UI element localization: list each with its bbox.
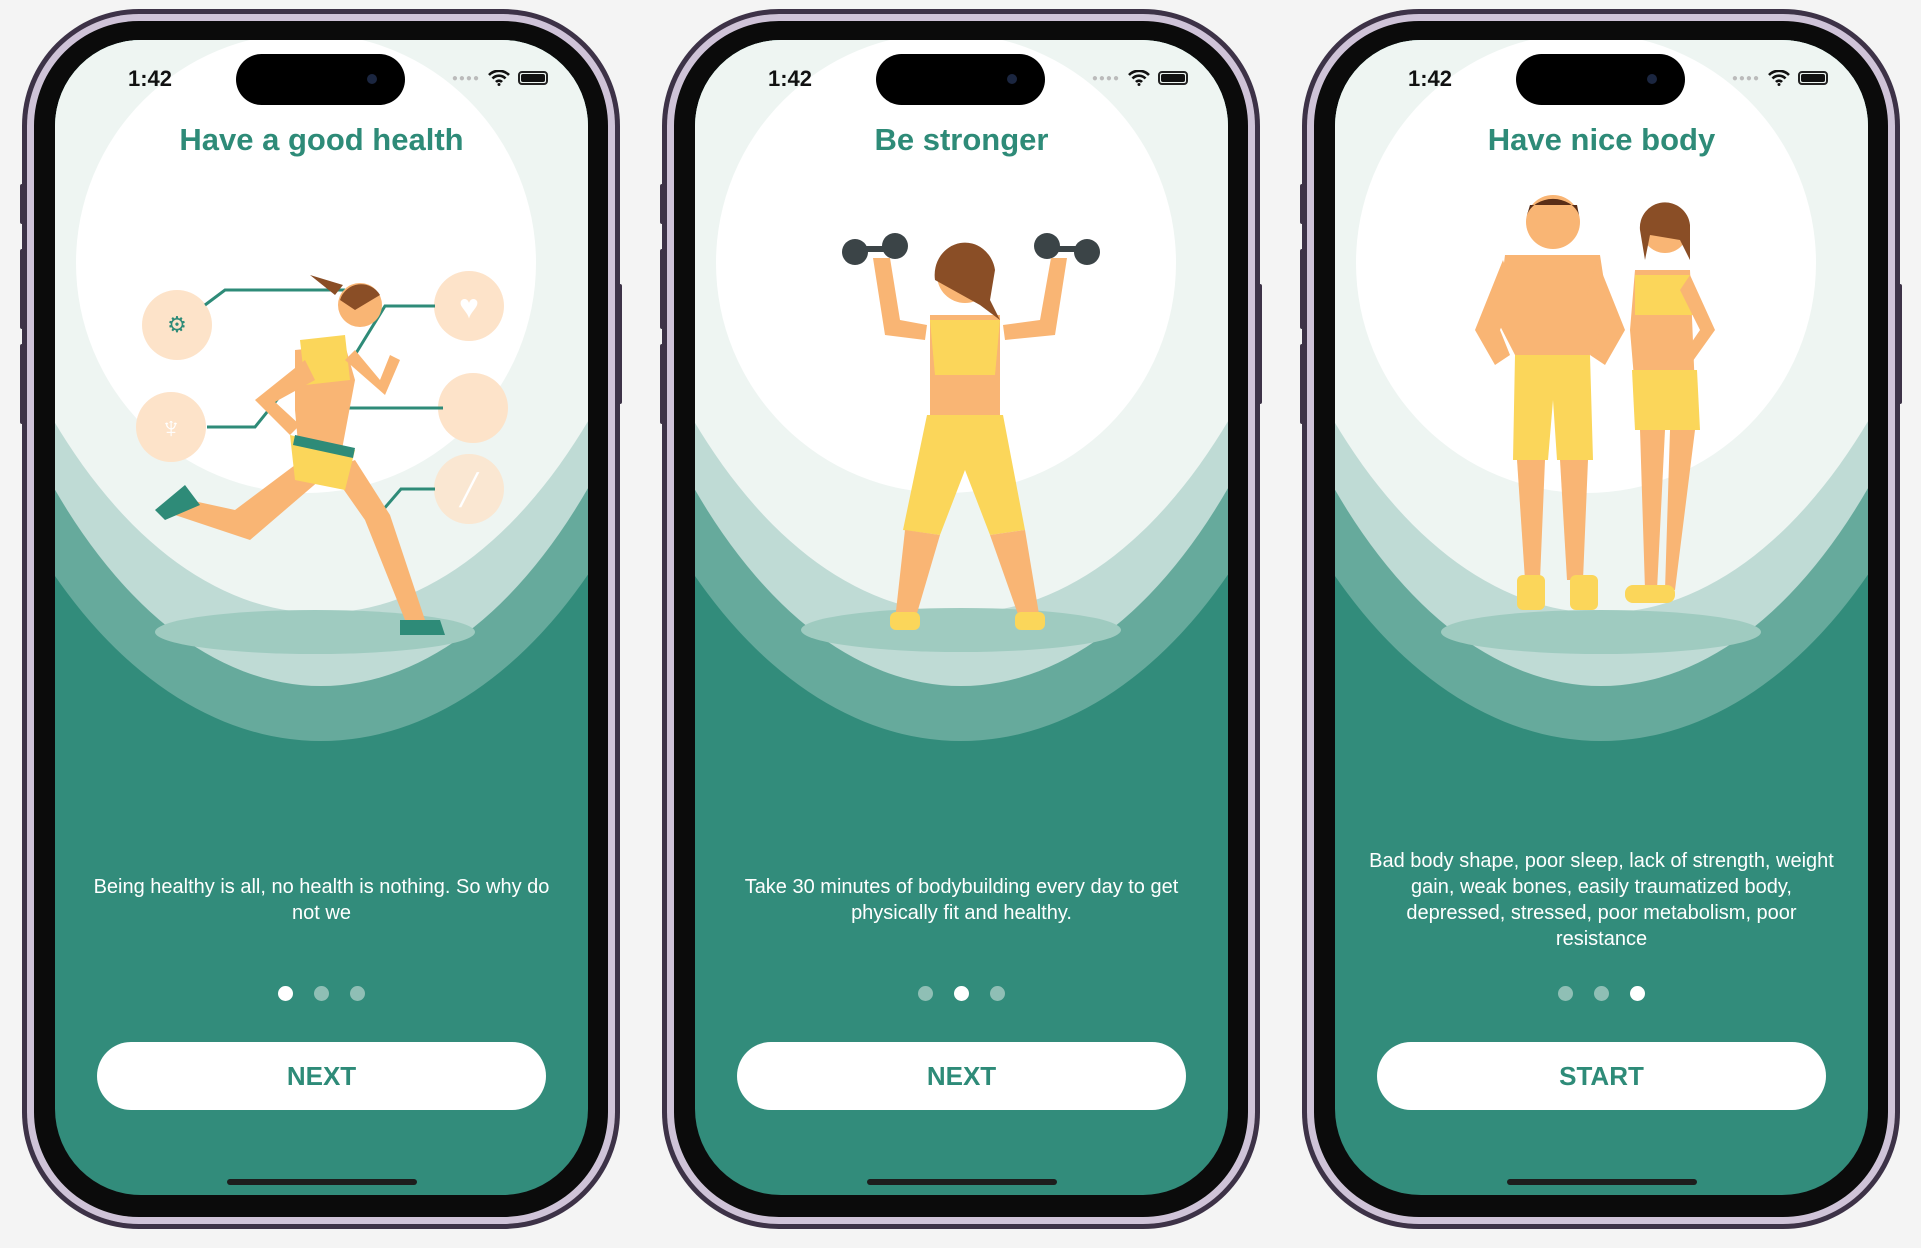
volume-up-button — [660, 249, 665, 329]
woman-lifting-dumbbells-illustration — [801, 233, 1121, 652]
phone-3: 1:42 ●●●● Have nice body Bad body shape,… — [1300, 14, 1902, 1224]
page-dot-3[interactable] — [1630, 986, 1645, 1001]
floor-shadow — [1441, 610, 1761, 654]
lifting-woman-figure — [873, 242, 1067, 630]
volume-down-button — [1300, 344, 1305, 424]
dynamic-island — [236, 54, 405, 105]
onboarding-screen: 1:42 ●●●● Have nice body Bad body shape,… — [1335, 40, 1868, 1195]
power-button — [617, 284, 622, 404]
fit-couple-illustration — [1441, 195, 1761, 654]
home-indicator[interactable] — [867, 1179, 1057, 1185]
page-indicator[interactable] — [55, 986, 588, 1001]
wifi-icon — [1768, 70, 1790, 86]
page-title: Have a good health — [179, 122, 464, 157]
status-time: 1:42 — [768, 66, 813, 91]
dynamic-island — [1516, 54, 1685, 105]
svg-text:╱: ╱ — [458, 472, 480, 508]
camera-icon — [1007, 74, 1017, 84]
man-figure — [1475, 195, 1625, 610]
description-text: Being healthy is all, no health is nothi… — [93, 876, 550, 924]
power-button — [1257, 284, 1262, 404]
action-button — [20, 184, 25, 224]
floor-shadow — [801, 608, 1121, 652]
battery-icon — [1798, 71, 1828, 85]
page-dot-2[interactable] — [314, 986, 329, 1001]
volume-down-button — [660, 344, 665, 424]
camera-icon — [1647, 74, 1657, 84]
next-button[interactable]: NEXT — [97, 1042, 546, 1110]
wifi-icon — [488, 70, 510, 86]
volume-up-button — [20, 249, 25, 329]
status-time: 1:42 — [1408, 66, 1453, 91]
cellular-signal-icon: ●●●● — [1731, 72, 1760, 84]
status-icons: ●●●● — [452, 70, 548, 86]
cellular-signal-icon: ●●●● — [1091, 72, 1120, 84]
status-icons: ●●●● — [1732, 70, 1828, 86]
cellular-signal-icon: ●●●● — [451, 72, 480, 84]
page-dot-1[interactable] — [918, 986, 933, 1001]
page-indicator[interactable] — [695, 986, 1228, 1001]
battery-icon — [518, 71, 548, 85]
home-indicator[interactable] — [227, 1179, 417, 1185]
status-time: 1:42 — [128, 66, 173, 91]
power-button — [1897, 284, 1902, 404]
illustration — [695, 180, 1228, 660]
status-icons: ●●●● — [1092, 70, 1188, 86]
description-text: Take 30 minutes of bodybuilding every da… — [744, 876, 1179, 924]
wifi-icon — [1128, 70, 1150, 86]
page-dot-3[interactable] — [990, 986, 1005, 1001]
start-button[interactable]: START — [1377, 1042, 1826, 1110]
next-button[interactable]: NEXT — [737, 1042, 1186, 1110]
illustration — [1335, 180, 1868, 660]
volume-up-button — [1300, 249, 1305, 329]
phone-2: 1:42 ●●●● Be stronger Take 30 minutes of… — [660, 14, 1262, 1224]
page-title: Have nice body — [1487, 122, 1716, 157]
svg-text:♆: ♆ — [160, 412, 183, 445]
phone-1: 1:42 ●●●● Have a good health ⚙ ♆ ♥ ╱ Bei… — [20, 14, 622, 1224]
page-dot-3[interactable] — [350, 986, 365, 1001]
page-indicator[interactable] — [1335, 986, 1868, 1001]
stomach-icon — [438, 373, 508, 443]
page-dot-2[interactable] — [1594, 986, 1609, 1001]
home-indicator[interactable] — [1507, 1179, 1697, 1185]
battery-icon — [1158, 71, 1188, 85]
description-text: Bad body shape, poor sleep, lack of stre… — [1369, 850, 1834, 950]
onboarding-screen: 1:42 ●●●● Have a good health ⚙ ♆ ♥ ╱ Bei… — [55, 40, 588, 1195]
page-title: Be stronger — [874, 122, 1049, 157]
page-dot-2[interactable] — [954, 986, 969, 1001]
action-button — [660, 184, 665, 224]
page-dot-1[interactable] — [1558, 986, 1573, 1001]
volume-down-button — [20, 344, 25, 424]
svg-text:♥: ♥ — [459, 288, 479, 326]
woman-figure — [1625, 202, 1715, 603]
dynamic-island — [876, 54, 1045, 105]
runner-with-organ-icons-illustration: ⚙ ♆ ♥ ╱ — [136, 271, 508, 654]
illustration: ⚙ ♆ ♥ ╱ — [55, 180, 588, 660]
onboarding-screen: 1:42 ●●●● Be stronger Take 30 minutes of… — [695, 40, 1228, 1195]
dumbbell-right — [1034, 233, 1100, 265]
action-button — [1300, 184, 1305, 224]
camera-icon — [367, 74, 377, 84]
svg-text:⚙: ⚙ — [167, 312, 187, 337]
page-dot-1[interactable] — [278, 986, 293, 1001]
